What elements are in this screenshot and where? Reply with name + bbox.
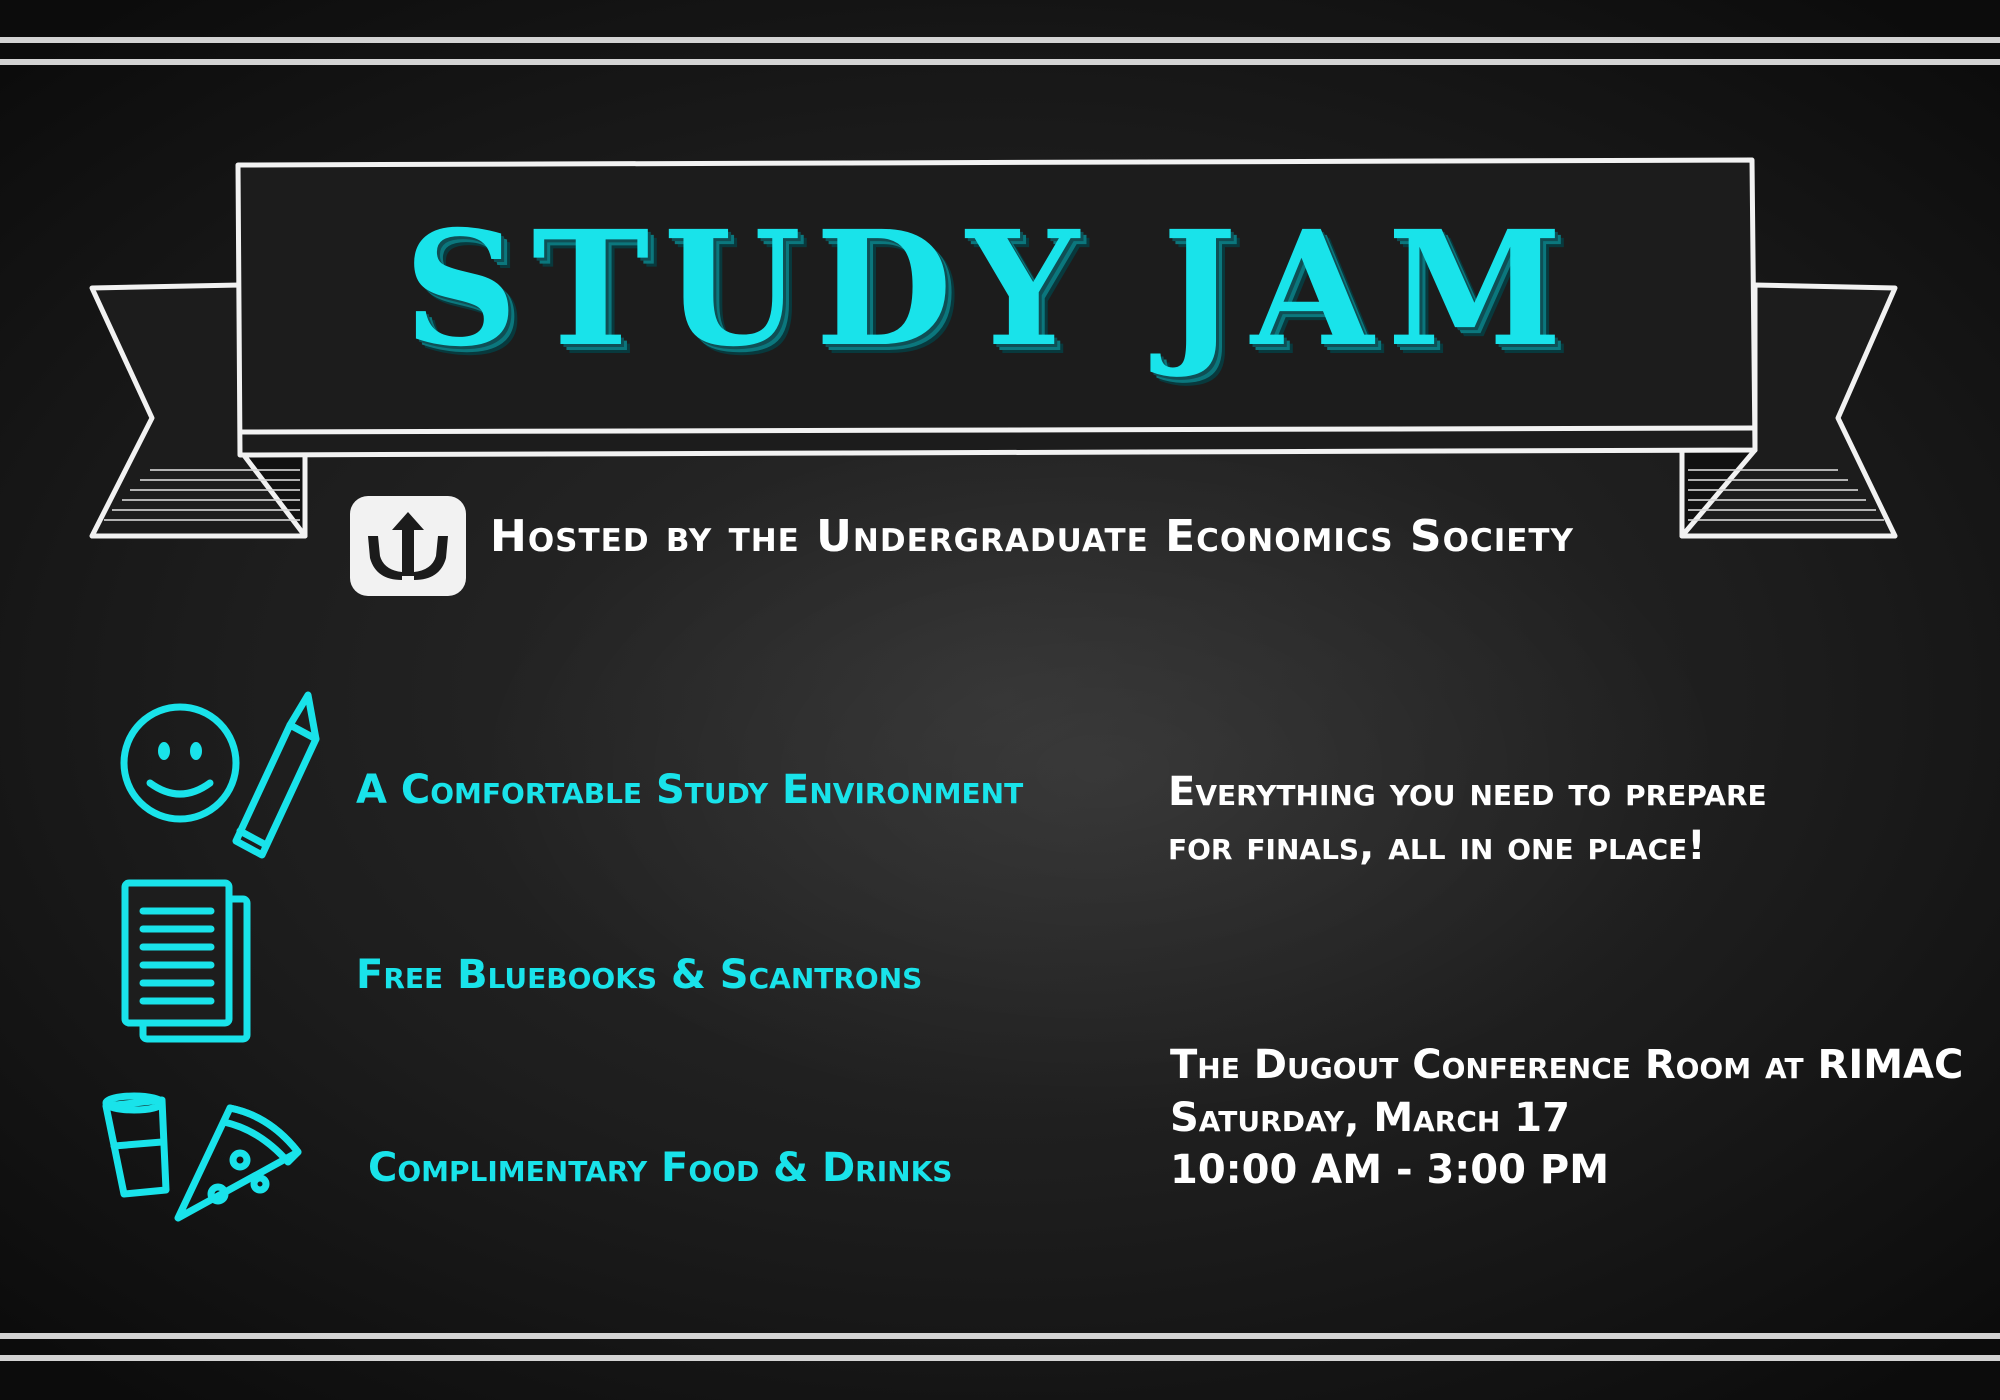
- feature-comfortable-environment: A Comfortable Study Environment: [356, 767, 1024, 813]
- host-line: Hosted by the Undergraduate Economics So…: [490, 511, 1575, 562]
- event-title: STUDY JAM: [403, 197, 1577, 382]
- poster: STUDY JAM Hosted by the Undergraduate Ec…: [0, 0, 2000, 1400]
- feature-free-bluebooks: Free Bluebooks & Scantrons: [356, 952, 923, 998]
- cup-icon: [102, 1092, 170, 1198]
- smiley-icon: [120, 703, 240, 823]
- pizza-icon: [174, 1104, 302, 1222]
- society-logo: [350, 496, 466, 596]
- event-date: Saturday, March 17: [1170, 1095, 1570, 1141]
- trident-logo-icon: [368, 512, 448, 580]
- tagline-line-1: Everything you need to prepare: [1168, 769, 1767, 815]
- food-drinks-icon: [102, 1092, 302, 1222]
- papers-icon: [121, 879, 251, 1043]
- smiley-pencil-icon: [120, 691, 320, 859]
- event-time: 10:00 AM - 3:00 PM: [1170, 1147, 1610, 1193]
- feature-food-drinks: Complimentary Food & Drinks: [368, 1145, 953, 1191]
- pencil-icon: [232, 691, 320, 859]
- event-location: The Dugout Conference Room at RIMAC: [1170, 1042, 1964, 1088]
- tagline-line-2: for finals, all in one place!: [1168, 823, 1706, 869]
